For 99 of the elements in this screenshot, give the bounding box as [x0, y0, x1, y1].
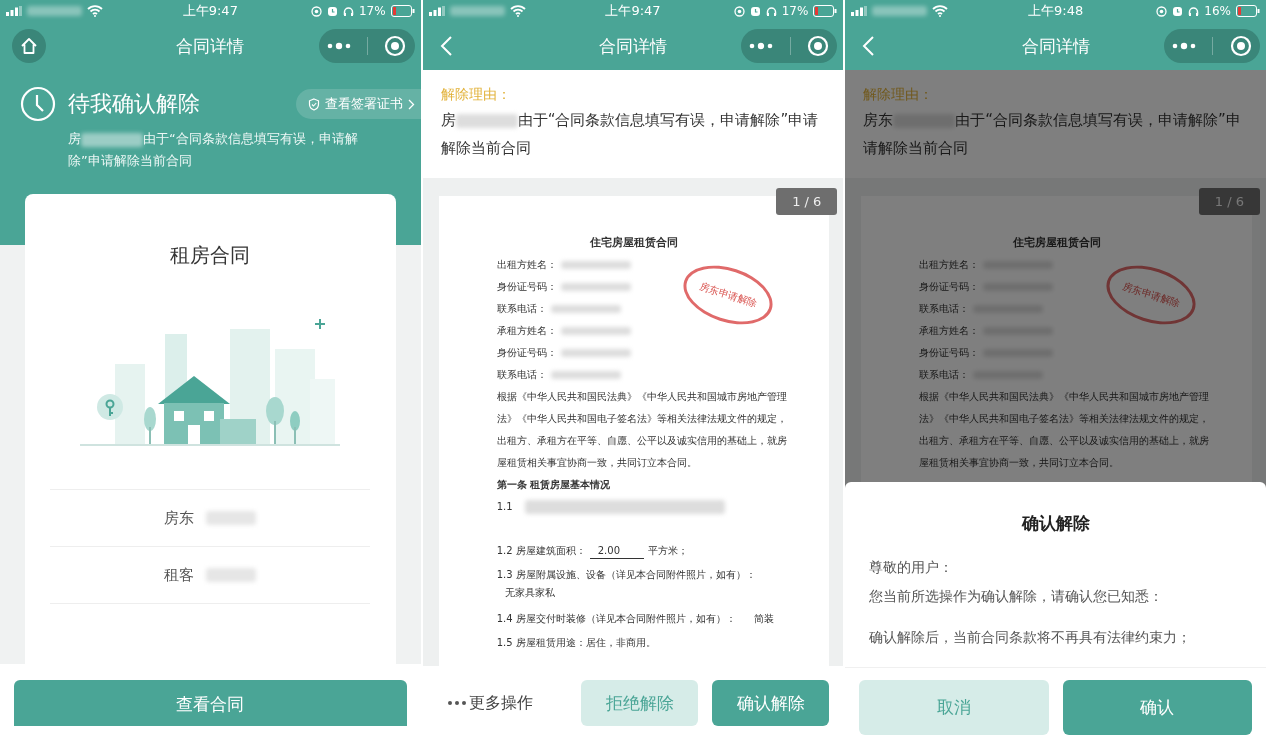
confirm-button[interactable]: 确认: [1062, 680, 1252, 735]
alarm-icon: [1172, 5, 1184, 17]
party-role: 房东: [164, 508, 195, 528]
status-time: 上午9:48: [1028, 2, 1084, 20]
page-counter: 1 / 6: [776, 188, 838, 215]
page-title: 合同详情: [599, 34, 667, 58]
redacted-name-blur: [206, 511, 257, 525]
redacted-value-blur: [560, 349, 631, 357]
dialog-text: 确认解除后，当前合同条款将不再具有法律约束力；: [869, 628, 1193, 647]
headphones-icon: [765, 5, 777, 17]
redacted-value-blur: [560, 283, 631, 291]
view-contract-button[interactable]: 查看合同: [14, 680, 407, 726]
status-time: 上午9:47: [605, 2, 661, 20]
wifi-icon: [509, 5, 526, 17]
reason-text: 房 由于“合同条款信息填写有误，申请解除”申请解除当前合同: [68, 130, 359, 170]
document-title: 住宅房屋租赁合同: [1011, 235, 1102, 251]
redacted-value-blur: [550, 371, 621, 379]
clause-text: 1.4 房屋交付时装修（详见本合同附件照片，如有）：: [496, 612, 736, 626]
shield-check-icon: [307, 97, 320, 111]
confirm-termination-button[interactable]: 确认解除: [712, 680, 830, 726]
status-time: 上午9:47: [182, 2, 238, 20]
field-label: 出租方姓名：: [496, 258, 557, 272]
page-title: 合同详情: [1021, 34, 1090, 58]
redacted-value-blur: [560, 327, 631, 335]
signal-icon: [6, 6, 22, 16]
field-label: 联系电话：: [919, 368, 970, 382]
field-label: 身份证号码：: [496, 280, 557, 294]
section-heading: 第一条 租赁房屋基本情况: [496, 478, 612, 492]
field-label: 身份证号码：: [496, 346, 557, 360]
wifi-icon: [932, 5, 949, 17]
reason-label: 解除理由：: [440, 86, 512, 104]
wifi-icon: [87, 5, 103, 17]
home-icon: [19, 36, 39, 56]
reason-text: 房东 由于“合同条款信息填写有误，申请解除”申请解除当前合同: [863, 110, 1242, 159]
redacted-name-blur: [206, 568, 257, 582]
reason-label: 解除理由：: [863, 86, 935, 104]
field-label: 出租方姓名：: [919, 258, 980, 272]
field-label: 联系电话：: [496, 368, 547, 382]
party-role: 租客: [164, 565, 195, 585]
more-icon[interactable]: [749, 42, 774, 50]
status-title: 待我确认解除: [68, 90, 201, 118]
clock-icon: [20, 86, 56, 122]
signal-icon: [428, 6, 445, 16]
more-icon[interactable]: [326, 42, 351, 50]
battery-icon: [390, 5, 415, 17]
rotation-lock-icon: [310, 5, 322, 17]
redacted-carrier-blur: [872, 6, 928, 16]
home-button[interactable]: [12, 29, 46, 63]
close-target-icon[interactable]: [1229, 35, 1252, 57]
field-label: 身份证号码：: [919, 280, 980, 294]
clause-answer: 简装: [753, 612, 774, 626]
battery-percent: 17%: [781, 4, 809, 18]
back-icon[interactable]: [438, 35, 453, 57]
signal-icon: [851, 6, 868, 16]
rotation-lock-icon: [733, 5, 745, 17]
document-paragraph: 根据《中华人民共和国民法典》《中华人民共和国城市房地产管理法》《中华人民共和国电子签名法》等相关法律法规文件的规定，出租方、承租方在平等、自愿、公平以及诚实信用的基础上，就房屋租赁相关事宜协商一致，共同订立本合同。: [496, 390, 788, 470]
battery-icon: [813, 5, 838, 17]
clause-text: 1.2 房屋建筑面积：: [496, 544, 586, 558]
clause-number: 1.1: [496, 500, 513, 514]
field-label: 身份证号码：: [919, 346, 980, 360]
document-title: 住宅房屋租赁合同: [589, 235, 679, 251]
headphones-icon: [1188, 5, 1200, 17]
redacted-carrier-blur: [27, 6, 82, 16]
more-icon[interactable]: [1172, 42, 1197, 50]
redacted-value-blur: [550, 305, 621, 313]
redacted-value-blur: [560, 261, 631, 269]
dialog-text: 您当前所选操作为确认解除，请确认您已知悉：: [869, 587, 1165, 606]
back-icon[interactable]: [861, 35, 876, 57]
view-certificate-link[interactable]: 查看签署证书: [295, 89, 421, 119]
dialog-title: 确认解除: [1020, 512, 1091, 535]
battery-percent: 17%: [358, 4, 386, 18]
headphones-icon: [342, 5, 354, 17]
close-target-icon[interactable]: [384, 35, 407, 57]
page-title: 合同详情: [176, 34, 245, 58]
more-actions-link[interactable]: 更多操作: [446, 680, 568, 726]
redacted-carrier-blur: [449, 6, 505, 16]
clause-text: 1.5 房屋租赁用途：居住，非商用。: [496, 636, 656, 650]
card-title: 租房合同: [170, 242, 251, 269]
alarm-icon: [326, 5, 338, 17]
field-label: 联系电话：: [496, 302, 547, 316]
field-label: 承租方姓名：: [919, 324, 980, 338]
filled-value: 2.00: [589, 543, 644, 559]
clause-answer: 无家具家私: [503, 586, 556, 600]
three-dots-icon: [446, 700, 467, 706]
battery-percent: 16%: [1204, 4, 1231, 18]
cancel-button[interactable]: 取消: [859, 680, 1049, 735]
reason-text: 房 由于“合同条款信息填写有误，申请解除”申请解除当前合同: [440, 110, 820, 159]
battery-icon: [1235, 5, 1260, 17]
page-counter: 1 / 6: [1198, 188, 1260, 215]
clause-text: 1.3 房屋附属设施、设备（详见本合同附件照片，如有）：: [496, 568, 756, 582]
field-label: 联系电话：: [919, 302, 970, 316]
dialog-text: 尊敬的用户：: [869, 558, 955, 577]
rotation-lock-icon: [1156, 5, 1168, 17]
reject-termination-button[interactable]: 拒绝解除: [581, 680, 699, 726]
clause-text: 平方米；: [648, 544, 688, 558]
chevron-right-icon: [407, 98, 415, 110]
field-label: 承租方姓名：: [496, 324, 557, 338]
close-target-icon[interactable]: [807, 35, 830, 57]
alarm-icon: [749, 5, 761, 17]
